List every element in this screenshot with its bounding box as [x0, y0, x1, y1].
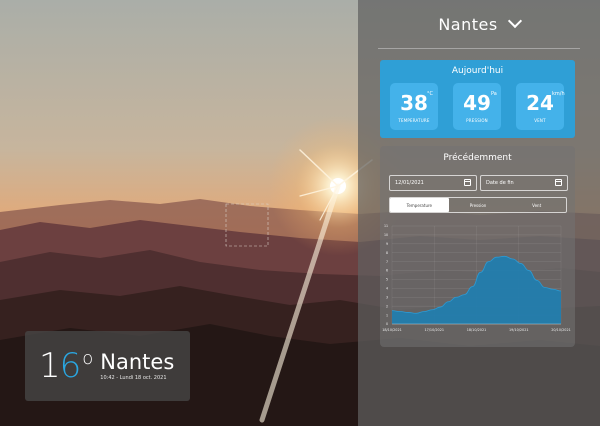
history-card: Précédemment 12/01/2021 Date de fin Temp…	[380, 146, 575, 347]
history-title: Précédemment	[443, 153, 512, 163]
y-tick-label: 10	[384, 233, 388, 237]
tab-pressure[interactable]: Pression	[449, 198, 508, 212]
city-selector-label: Nantes	[438, 14, 498, 34]
x-tick-label: 18/10/2021	[382, 328, 402, 332]
tab-wind[interactable]: Vent	[507, 198, 566, 212]
stat-wind-unit: km/h	[552, 91, 565, 97]
current-temperature: 1 6 o	[39, 346, 93, 386]
calendar-icon[interactable]	[464, 179, 471, 186]
weather-side-panel: Nantes Aujourd'hui 38 °C TEMPERATURE 49 …	[358, 0, 600, 426]
stat-wind: 24 km/h VENT	[516, 83, 565, 130]
y-tick-label: 7	[386, 260, 388, 264]
x-tick-label: 19/10/2021	[509, 328, 529, 332]
stat-temperature: 38 °C TEMPERATURE	[390, 83, 438, 130]
today-title: Aujourd'hui	[451, 66, 504, 76]
city-selector[interactable]: Nantes	[358, 0, 600, 48]
tab-temperature[interactable]: Temperature	[390, 198, 449, 212]
end-date-field[interactable]: Date de fin	[480, 175, 568, 191]
x-tick-label: 20/10/2021	[551, 328, 571, 332]
today-card: Aujourd'hui 38 °C TEMPERATURE 49 Pa PRES…	[380, 60, 575, 138]
x-tick-label: 17/10/2021	[424, 328, 444, 332]
temperature-units-digit: 6	[59, 346, 82, 386]
chevron-down-icon[interactable]	[507, 13, 522, 29]
history-chart: 0 1 2 3 4 5 6 7 8 9 10 11 18/10/2021 17/10/2021 18/10/…	[382, 224, 571, 332]
y-tick-label: 5	[386, 278, 388, 282]
y-tick-label: 4	[386, 287, 388, 291]
stat-temperature-label: TEMPERATURE	[398, 118, 430, 123]
stat-wind-label: VENT	[534, 118, 546, 123]
header-divider	[378, 48, 580, 49]
y-tick-label: 6	[386, 269, 388, 273]
stat-temperature-unit: °C	[427, 91, 433, 97]
degree-symbol: o	[82, 348, 93, 369]
y-tick-label: 0	[386, 322, 388, 326]
temperature-tens-digit: 1	[39, 346, 61, 386]
y-tick-label: 8	[386, 251, 388, 255]
y-tick-label: 1	[386, 313, 388, 317]
stat-pressure-unit: Pa	[491, 91, 497, 97]
stat-pressure: 49 Pa PRESSION	[453, 83, 501, 130]
start-date-field[interactable]: 12/01/2021	[389, 175, 477, 191]
current-weather-card: 1 6 o Nantes 10:42 - Lundi 18 oct. 2021	[25, 331, 190, 401]
current-datetime: 10:42 - Lundi 18 oct. 2021	[100, 375, 167, 381]
y-tick-label: 3	[386, 295, 388, 299]
current-city-name: Nantes	[100, 350, 175, 374]
start-date-value: 12/01/2021	[395, 180, 424, 186]
y-tick-label: 2	[386, 304, 388, 308]
end-date-placeholder: Date de fin	[486, 180, 514, 186]
x-tick-label: 18/10/2021	[467, 328, 487, 332]
y-tick-label: 9	[386, 242, 388, 246]
calendar-icon[interactable]	[555, 179, 562, 186]
y-tick-label: 11	[384, 224, 388, 228]
metric-tabs: Temperature Pression Vent	[389, 197, 567, 213]
stat-pressure-label: PRESSION	[466, 118, 488, 123]
